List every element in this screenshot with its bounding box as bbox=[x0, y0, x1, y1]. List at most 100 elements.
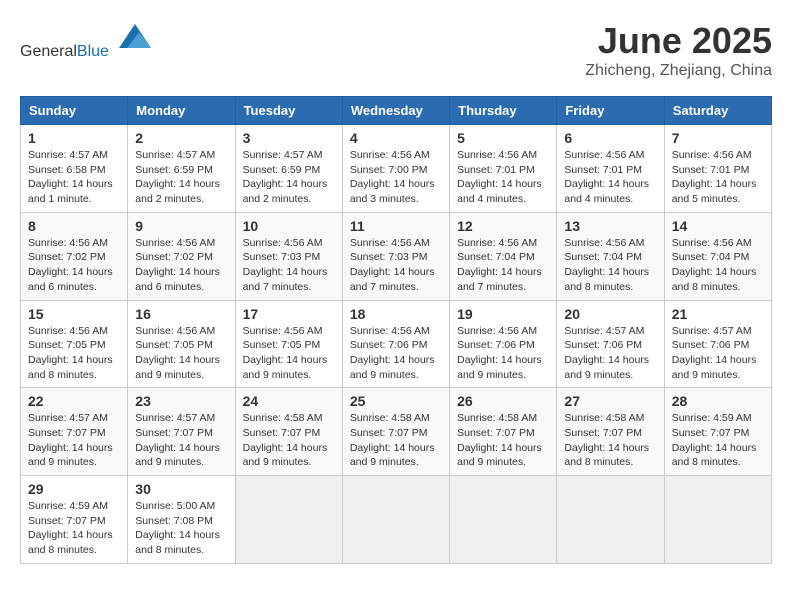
calendar-cell: 3 Sunrise: 4:57 AMSunset: 6:59 PMDayligh… bbox=[235, 125, 342, 213]
calendar-cell: 22 Sunrise: 4:57 AMSunset: 7:07 PMDaylig… bbox=[21, 388, 128, 476]
day-info: Sunrise: 4:57 AMSunset: 7:06 PMDaylight:… bbox=[672, 325, 757, 381]
day-info: Sunrise: 4:57 AMSunset: 6:58 PMDaylight:… bbox=[28, 149, 113, 205]
weekday-header: Sunday bbox=[21, 97, 128, 125]
calendar-cell: 15 Sunrise: 4:56 AMSunset: 7:05 PMDaylig… bbox=[21, 300, 128, 388]
day-number: 12 bbox=[457, 218, 549, 234]
day-number: 5 bbox=[457, 130, 549, 146]
calendar-week-row: 8 Sunrise: 4:56 AMSunset: 7:02 PMDayligh… bbox=[21, 212, 772, 300]
day-number: 7 bbox=[672, 130, 764, 146]
calendar-cell: 16 Sunrise: 4:56 AMSunset: 7:05 PMDaylig… bbox=[128, 300, 235, 388]
day-number: 3 bbox=[243, 130, 335, 146]
day-number: 28 bbox=[672, 393, 764, 409]
calendar-cell: 11 Sunrise: 4:56 AMSunset: 7:03 PMDaylig… bbox=[342, 212, 449, 300]
day-info: Sunrise: 4:58 AMSunset: 7:07 PMDaylight:… bbox=[457, 412, 542, 468]
calendar-cell: 4 Sunrise: 4:56 AMSunset: 7:00 PMDayligh… bbox=[342, 125, 449, 213]
calendar-cell: 24 Sunrise: 4:58 AMSunset: 7:07 PMDaylig… bbox=[235, 388, 342, 476]
day-info: Sunrise: 4:58 AMSunset: 7:07 PMDaylight:… bbox=[350, 412, 435, 468]
calendar-week-row: 1 Sunrise: 4:57 AMSunset: 6:58 PMDayligh… bbox=[21, 125, 772, 213]
calendar-cell: 30 Sunrise: 5:00 AMSunset: 7:08 PMDaylig… bbox=[128, 476, 235, 564]
calendar-table: SundayMondayTuesdayWednesdayThursdayFrid… bbox=[20, 96, 772, 564]
weekday-header: Friday bbox=[557, 97, 664, 125]
day-info: Sunrise: 4:59 AMSunset: 7:07 PMDaylight:… bbox=[28, 500, 113, 556]
day-info: Sunrise: 4:57 AMSunset: 6:59 PMDaylight:… bbox=[135, 149, 220, 205]
day-number: 19 bbox=[457, 306, 549, 322]
calendar-cell: 29 Sunrise: 4:59 AMSunset: 7:07 PMDaylig… bbox=[21, 476, 128, 564]
calendar-cell: 17 Sunrise: 4:56 AMSunset: 7:05 PMDaylig… bbox=[235, 300, 342, 388]
day-info: Sunrise: 4:56 AMSunset: 7:05 PMDaylight:… bbox=[135, 325, 220, 381]
calendar-week-row: 22 Sunrise: 4:57 AMSunset: 7:07 PMDaylig… bbox=[21, 388, 772, 476]
calendar-cell: 19 Sunrise: 4:56 AMSunset: 7:06 PMDaylig… bbox=[450, 300, 557, 388]
calendar-cell: 12 Sunrise: 4:56 AMSunset: 7:04 PMDaylig… bbox=[450, 212, 557, 300]
day-number: 6 bbox=[564, 130, 656, 146]
day-info: Sunrise: 4:57 AMSunset: 7:07 PMDaylight:… bbox=[135, 412, 220, 468]
day-number: 8 bbox=[28, 218, 120, 234]
day-number: 16 bbox=[135, 306, 227, 322]
title-block: June 2025 Zhicheng, Zhejiang, China bbox=[585, 20, 772, 80]
logo: GeneralBlue bbox=[20, 20, 153, 61]
day-number: 18 bbox=[350, 306, 442, 322]
calendar-title: June 2025 bbox=[585, 20, 772, 62]
day-info: Sunrise: 4:56 AMSunset: 7:00 PMDaylight:… bbox=[350, 149, 435, 205]
calendar-cell: 6 Sunrise: 4:56 AMSunset: 7:01 PMDayligh… bbox=[557, 125, 664, 213]
calendar-cell: 14 Sunrise: 4:56 AMSunset: 7:04 PMDaylig… bbox=[664, 212, 771, 300]
day-info: Sunrise: 4:57 AMSunset: 6:59 PMDaylight:… bbox=[243, 149, 328, 205]
day-info: Sunrise: 4:56 AMSunset: 7:06 PMDaylight:… bbox=[350, 325, 435, 381]
day-number: 1 bbox=[28, 130, 120, 146]
day-number: 13 bbox=[564, 218, 656, 234]
calendar-cell: 2 Sunrise: 4:57 AMSunset: 6:59 PMDayligh… bbox=[128, 125, 235, 213]
day-info: Sunrise: 4:56 AMSunset: 7:04 PMDaylight:… bbox=[457, 237, 542, 293]
day-number: 21 bbox=[672, 306, 764, 322]
day-number: 29 bbox=[28, 481, 120, 497]
calendar-cell: 23 Sunrise: 4:57 AMSunset: 7:07 PMDaylig… bbox=[128, 388, 235, 476]
weekday-header: Tuesday bbox=[235, 97, 342, 125]
calendar-subtitle: Zhicheng, Zhejiang, China bbox=[585, 62, 772, 80]
page-header: GeneralBlue June 2025 Zhicheng, Zhejiang… bbox=[20, 20, 772, 80]
day-number: 4 bbox=[350, 130, 442, 146]
day-info: Sunrise: 4:56 AMSunset: 7:01 PMDaylight:… bbox=[672, 149, 757, 205]
day-info: Sunrise: 4:56 AMSunset: 7:01 PMDaylight:… bbox=[564, 149, 649, 205]
weekday-header-row: SundayMondayTuesdayWednesdayThursdayFrid… bbox=[21, 97, 772, 125]
calendar-cell bbox=[664, 476, 771, 564]
weekday-header: Saturday bbox=[664, 97, 771, 125]
logo-general-text: General bbox=[20, 43, 77, 60]
calendar-cell: 7 Sunrise: 4:56 AMSunset: 7:01 PMDayligh… bbox=[664, 125, 771, 213]
calendar-cell: 10 Sunrise: 4:56 AMSunset: 7:03 PMDaylig… bbox=[235, 212, 342, 300]
calendar-week-row: 29 Sunrise: 4:59 AMSunset: 7:07 PMDaylig… bbox=[21, 476, 772, 564]
calendar-cell: 8 Sunrise: 4:56 AMSunset: 7:02 PMDayligh… bbox=[21, 212, 128, 300]
day-info: Sunrise: 4:56 AMSunset: 7:05 PMDaylight:… bbox=[28, 325, 113, 381]
calendar-cell: 5 Sunrise: 4:56 AMSunset: 7:01 PMDayligh… bbox=[450, 125, 557, 213]
day-number: 24 bbox=[243, 393, 335, 409]
day-number: 22 bbox=[28, 393, 120, 409]
calendar-cell: 28 Sunrise: 4:59 AMSunset: 7:07 PMDaylig… bbox=[664, 388, 771, 476]
day-number: 14 bbox=[672, 218, 764, 234]
day-number: 2 bbox=[135, 130, 227, 146]
day-info: Sunrise: 4:56 AMSunset: 7:02 PMDaylight:… bbox=[28, 237, 113, 293]
day-number: 25 bbox=[350, 393, 442, 409]
day-number: 26 bbox=[457, 393, 549, 409]
calendar-cell: 25 Sunrise: 4:58 AMSunset: 7:07 PMDaylig… bbox=[342, 388, 449, 476]
day-number: 23 bbox=[135, 393, 227, 409]
weekday-header: Wednesday bbox=[342, 97, 449, 125]
day-info: Sunrise: 4:56 AMSunset: 7:04 PMDaylight:… bbox=[564, 237, 649, 293]
day-info: Sunrise: 4:56 AMSunset: 7:02 PMDaylight:… bbox=[135, 237, 220, 293]
calendar-cell: 21 Sunrise: 4:57 AMSunset: 7:06 PMDaylig… bbox=[664, 300, 771, 388]
calendar-cell bbox=[342, 476, 449, 564]
calendar-cell: 26 Sunrise: 4:58 AMSunset: 7:07 PMDaylig… bbox=[450, 388, 557, 476]
day-info: Sunrise: 5:00 AMSunset: 7:08 PMDaylight:… bbox=[135, 500, 220, 556]
day-number: 15 bbox=[28, 306, 120, 322]
calendar-cell: 20 Sunrise: 4:57 AMSunset: 7:06 PMDaylig… bbox=[557, 300, 664, 388]
calendar-cell bbox=[557, 476, 664, 564]
day-info: Sunrise: 4:59 AMSunset: 7:07 PMDaylight:… bbox=[672, 412, 757, 468]
weekday-header: Monday bbox=[128, 97, 235, 125]
calendar-cell: 9 Sunrise: 4:56 AMSunset: 7:02 PMDayligh… bbox=[128, 212, 235, 300]
day-info: Sunrise: 4:57 AMSunset: 7:07 PMDaylight:… bbox=[28, 412, 113, 468]
calendar-cell bbox=[450, 476, 557, 564]
weekday-header: Thursday bbox=[450, 97, 557, 125]
day-info: Sunrise: 4:58 AMSunset: 7:07 PMDaylight:… bbox=[243, 412, 328, 468]
day-info: Sunrise: 4:56 AMSunset: 7:06 PMDaylight:… bbox=[457, 325, 542, 381]
calendar-cell: 13 Sunrise: 4:56 AMSunset: 7:04 PMDaylig… bbox=[557, 212, 664, 300]
day-number: 17 bbox=[243, 306, 335, 322]
day-number: 10 bbox=[243, 218, 335, 234]
logo-blue-text: Blue bbox=[77, 43, 109, 60]
day-number: 11 bbox=[350, 218, 442, 234]
